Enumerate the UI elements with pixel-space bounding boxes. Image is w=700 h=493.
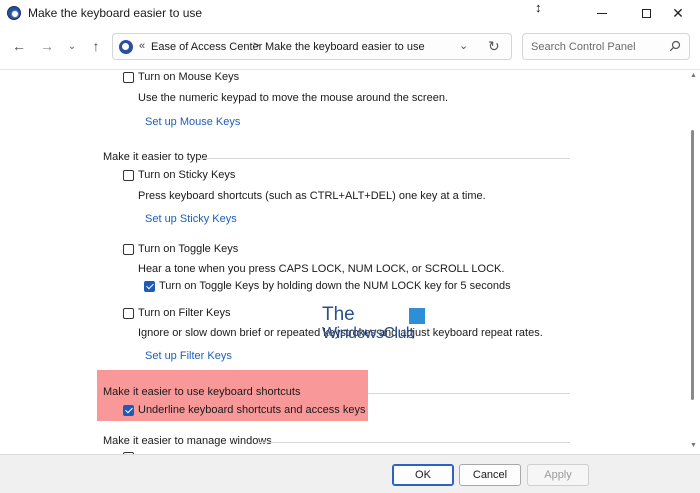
control-panel-icon [119, 40, 133, 54]
arrow-left-icon: ← [12, 38, 26, 54]
minimize-icon [597, 12, 607, 14]
search-icon[interactable] [669, 40, 681, 52]
scroll-thumb[interactable] [691, 130, 694, 400]
maximize-icon [641, 8, 651, 18]
address-dropdown-icon[interactable]: ⌄ [459, 39, 468, 52]
section-divider [368, 393, 570, 394]
mouse-cursor-icon: ↕ [535, 0, 542, 15]
recent-locations-button[interactable]: ⌄ [62, 36, 82, 56]
arrow-up-icon: ↑ [92, 38, 100, 54]
section-heading-windows: Make it easier to manage windows [103, 435, 272, 447]
section-heading-shortcuts: Make it easier to use keyboard shortcuts [103, 386, 301, 398]
mouse-keys-checkbox[interactable] [123, 72, 134, 83]
filter-keys-label[interactable]: Turn on Filter Keys [138, 307, 231, 319]
section-divider [258, 442, 570, 443]
breadcrumb-overflow-icon[interactable]: « [139, 40, 145, 52]
navigation-bar: ← → ⌄ ↑ « Ease of Access Center > Make t… [0, 26, 700, 70]
section-divider [198, 158, 570, 159]
watermark-logo-icon [409, 308, 425, 324]
mouse-keys-label[interactable]: Turn on Mouse Keys [138, 71, 239, 83]
title-bar: Make the keyboard easier to use ↕ ✕ [0, 0, 700, 26]
forward-button[interactable]: → [37, 36, 57, 56]
toggle-keys-numlock-label[interactable]: Turn on Toggle Keys by holding down the … [159, 280, 511, 292]
watermark-windowsclub: WindowsClub [322, 325, 415, 342]
toggle-keys-label[interactable]: Turn on Toggle Keys [138, 243, 238, 255]
toggle-keys-description: Hear a tone when you press CAPS LOCK, NU… [138, 263, 505, 275]
toggle-keys-numlock-checkbox[interactable] [144, 281, 155, 292]
search-input[interactable]: Search Control Panel [531, 41, 636, 53]
refresh-icon[interactable]: ↻ [488, 38, 500, 55]
window-title: Make the keyboard easier to use [28, 6, 203, 20]
address-bar[interactable]: « Ease of Access Center > Make the keybo… [112, 33, 512, 60]
arrow-right-icon: → [40, 38, 54, 54]
breadcrumb-separator-icon[interactable]: > [253, 40, 259, 52]
cancel-button[interactable]: Cancel [459, 464, 521, 486]
close-button[interactable]: ✕ [656, 0, 700, 26]
up-button[interactable]: ↑ [86, 36, 106, 56]
set-up-filter-keys-link[interactable]: Set up Filter Keys [145, 350, 232, 362]
chevron-down-icon: ⌄ [67, 40, 77, 52]
sticky-keys-checkbox[interactable] [123, 170, 134, 181]
set-up-mouse-keys-link[interactable]: Set up Mouse Keys [145, 116, 240, 128]
filter-keys-checkbox[interactable] [123, 308, 134, 319]
set-up-sticky-keys-link[interactable]: Set up Sticky Keys [145, 213, 237, 225]
minimize-button[interactable] [580, 0, 624, 26]
apply-button[interactable]: Apply [527, 464, 589, 486]
underline-shortcuts-checkbox[interactable] [123, 405, 134, 416]
breadcrumb-ease-of-access-center[interactable]: Ease of Access Center [151, 41, 262, 53]
breadcrumb-current-page[interactable]: Make the keyboard easier to use [265, 41, 425, 53]
search-box[interactable]: Search Control Panel [522, 33, 690, 60]
scroll-down-icon[interactable]: ▼ [690, 442, 697, 449]
section-heading-type: Make it easier to type [103, 151, 208, 163]
watermark-the: The [322, 304, 355, 325]
back-button[interactable]: ← [9, 36, 29, 56]
sticky-keys-label[interactable]: Turn on Sticky Keys [138, 169, 235, 181]
control-panel-app-icon [7, 6, 21, 20]
underline-shortcuts-label[interactable]: Underline keyboard shortcuts and access … [138, 404, 365, 416]
mouse-keys-description: Use the numeric keypad to move the mouse… [138, 92, 449, 104]
dialog-footer: OK Cancel Apply [0, 454, 700, 493]
sticky-keys-description: Press keyboard shortcuts (such as CTRL+A… [138, 190, 486, 202]
vertical-scrollbar[interactable]: ▲ ▼ [688, 70, 698, 454]
close-icon: ✕ [672, 5, 684, 21]
ok-button[interactable]: OK [392, 464, 454, 486]
scroll-up-icon[interactable]: ▲ [690, 72, 697, 79]
toggle-keys-checkbox[interactable] [123, 244, 134, 255]
content-pane: Turn on Mouse Keys Use the numeric keypa… [0, 70, 686, 454]
